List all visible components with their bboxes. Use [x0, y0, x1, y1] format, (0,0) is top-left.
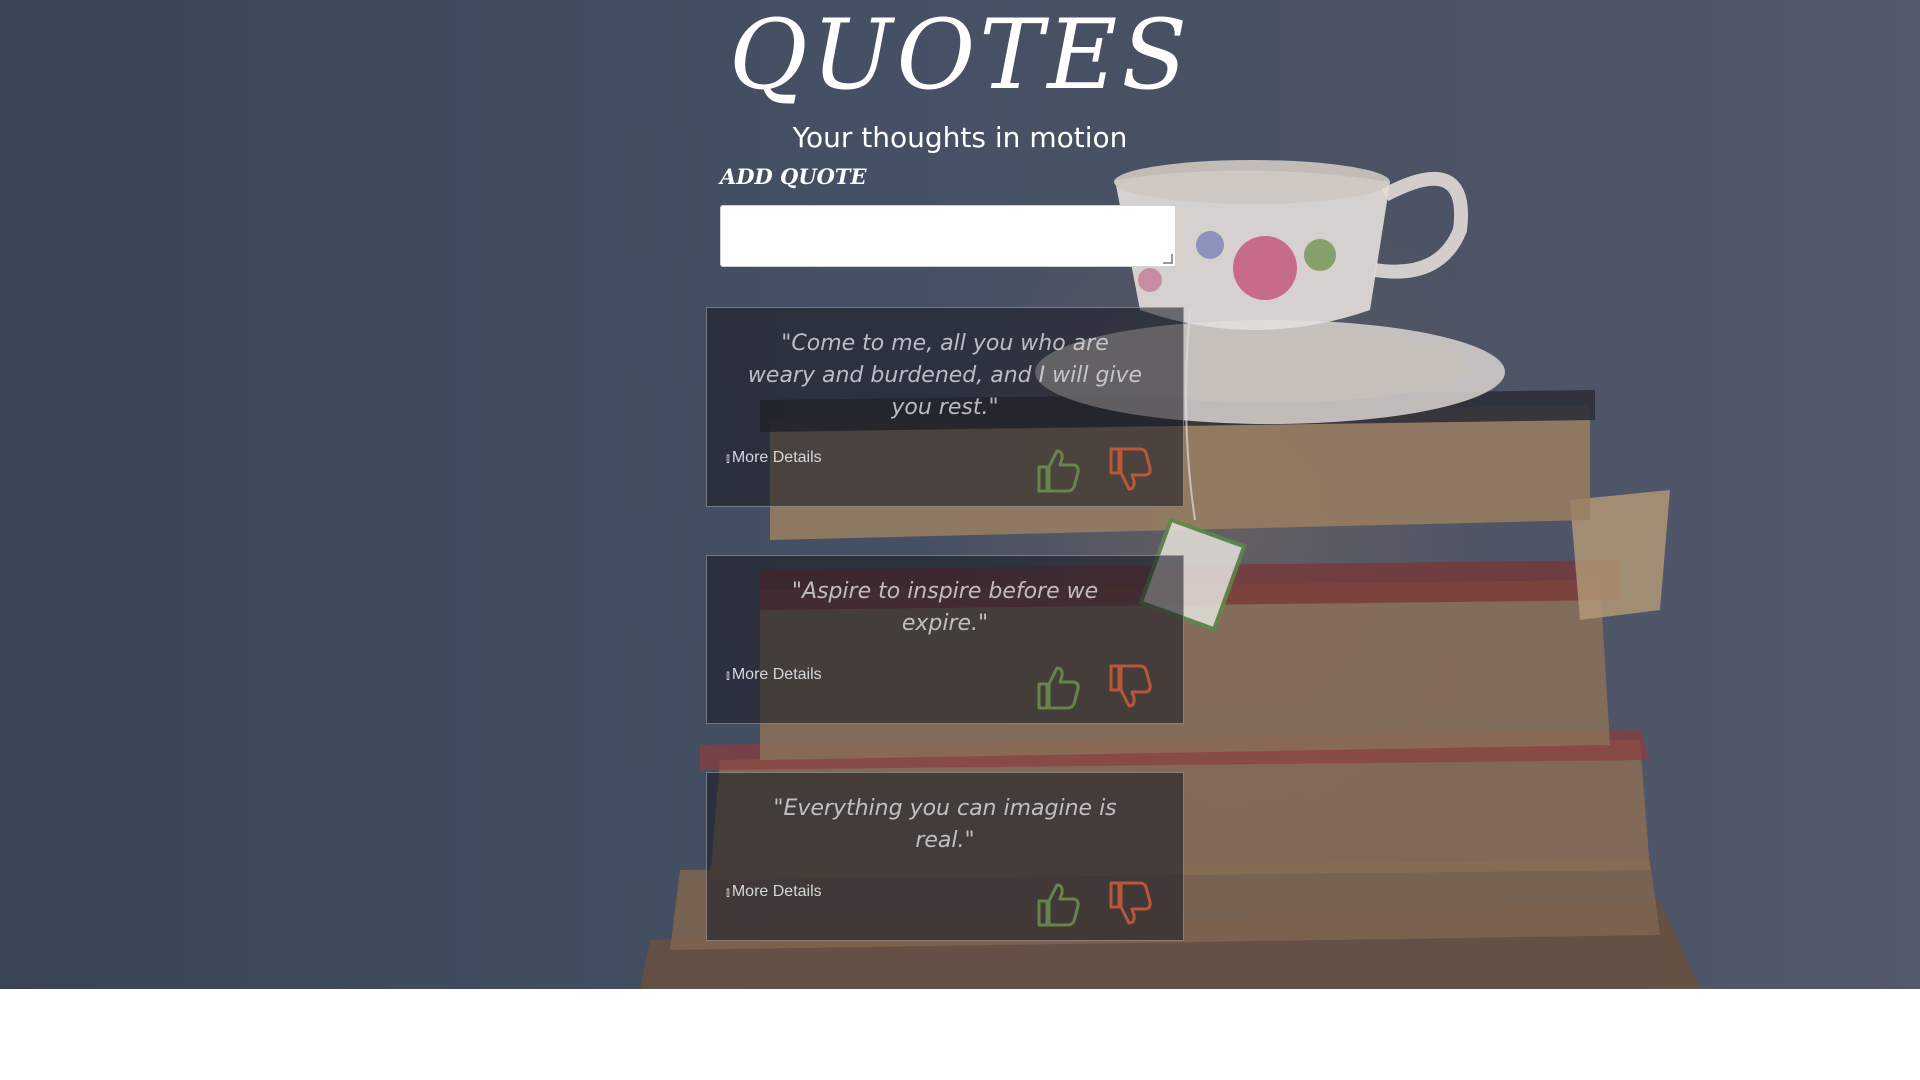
double-chevron-down-icon: ⫾ — [726, 451, 730, 465]
thumbs-up-icon[interactable] — [1033, 662, 1083, 712]
quote-card: "Come to me, all you who are weary and b… — [706, 307, 1184, 507]
quote-text: "Everything you can imagine is real." — [773, 796, 1117, 853]
more-details-label: More Details — [731, 449, 822, 466]
thumbs-down-icon[interactable] — [1105, 662, 1155, 712]
page-title: QUOTES — [728, 0, 1192, 111]
page-subtitle: Your thoughts in motion — [792, 121, 1128, 154]
more-details-link[interactable]: ⫾ More Details — [726, 666, 822, 684]
thumbs-up-icon[interactable] — [1033, 879, 1083, 929]
more-details-label: More Details — [731, 883, 822, 900]
more-details-link[interactable]: ⫾ More Details — [726, 883, 822, 901]
more-details-label: More Details — [731, 666, 822, 683]
add-quote-input[interactable] — [720, 205, 1176, 267]
textarea-resize-handle[interactable] — [1163, 254, 1173, 264]
more-details-link[interactable]: ⫾ More Details — [726, 449, 822, 467]
quote-card: "Everything you can imagine is real." ⫾ M… — [706, 772, 1184, 941]
quote-text: "Come to me, all you who are weary and b… — [747, 331, 1143, 420]
thumbs-up-icon[interactable] — [1033, 445, 1083, 495]
hero-background: QUOTES Your thoughts in motion ADD QUOTE… — [0, 0, 1920, 989]
double-chevron-down-icon: ⫾ — [726, 885, 730, 899]
double-chevron-down-icon: ⫾ — [726, 668, 730, 682]
thumbs-down-icon[interactable] — [1105, 445, 1155, 495]
thumbs-down-icon[interactable] — [1105, 879, 1155, 929]
quote-text: "Aspire to inspire before we expire." — [791, 579, 1099, 636]
add-quote-label: ADD QUOTE — [720, 164, 867, 189]
quote-card: "Aspire to inspire before we expire." ⫾ M… — [706, 555, 1184, 724]
